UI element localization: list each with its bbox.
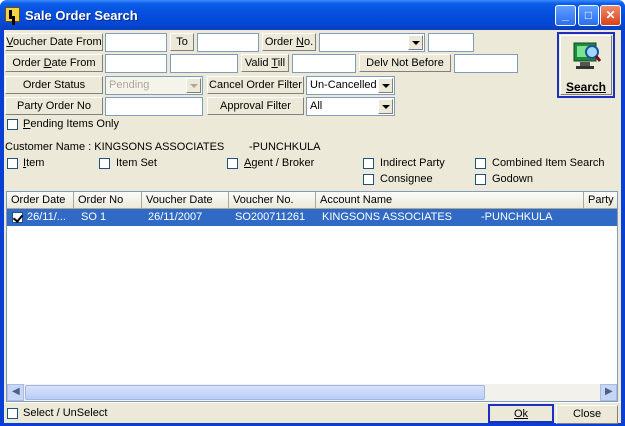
indirect-party-label: Indirect Party: [380, 157, 445, 169]
item-set-checkbox[interactable]: [99, 158, 110, 169]
order-no-extra-input[interactable]: [428, 33, 474, 52]
horizontal-scrollbar[interactable]: ◀ ▶: [7, 384, 617, 401]
cancel-order-filter-combo[interactable]: Un-Cancelled: [306, 76, 395, 95]
combined-item-search-label: Combined Item Search: [492, 157, 605, 169]
order-status-label: Order Status: [5, 76, 103, 94]
chevron-right-icon: ▶: [605, 386, 613, 397]
consignee-label: Consignee: [380, 173, 433, 185]
godown-checkbox[interactable]: [475, 174, 486, 185]
select-unselect-label: Select / UnSelect: [23, 407, 108, 419]
app-icon: [5, 7, 20, 22]
cell-order-date: 26/11/...: [27, 211, 66, 223]
order-date-from-label: Order Date From: [5, 54, 103, 72]
voucher-date-from-input[interactable]: [105, 33, 167, 52]
approval-filter-label: Approval Filter: [207, 97, 304, 115]
chevron-down-icon[interactable]: [378, 78, 393, 93]
party-order-no-label: Party Order No: [5, 97, 103, 115]
minimize-button[interactable]: _: [555, 5, 576, 26]
cell-account-name: KINGSONS ASSOCIATES: [322, 211, 452, 223]
column-header-voucher-no[interactable]: Voucher No.: [229, 192, 316, 209]
sale-order-search-window: Sale Order Search _ □ ✕ Voucher Date Fro…: [0, 0, 625, 426]
to-label: To: [170, 33, 194, 51]
order-status-combo: Pending: [105, 76, 203, 95]
customer-name-label: Customer Name : KINGSONS ASSOCIATES: [5, 141, 225, 153]
customer-city: -PUNCHKULA: [249, 141, 321, 153]
item-checkbox[interactable]: [7, 158, 18, 169]
godown-label: Godown: [492, 173, 533, 185]
item-set-label: Item Set: [116, 157, 157, 169]
voucher-date-to-input[interactable]: [197, 33, 259, 52]
cell-voucher-no: SO200711261: [235, 211, 306, 223]
order-date-to-input[interactable]: [170, 54, 238, 73]
scroll-right-button[interactable]: ▶: [600, 384, 617, 401]
chevron-left-icon: ◀: [12, 386, 20, 397]
maximize-button[interactable]: □: [578, 5, 599, 26]
table-row[interactable]: 26/11/... SO 1 26/11/2007 SO200711261 KI…: [7, 209, 617, 226]
party-order-no-input[interactable]: [105, 97, 203, 116]
pending-items-only-checkbox[interactable]: [7, 119, 18, 130]
valid-till-input[interactable]: [292, 54, 356, 73]
ok-button[interactable]: Ok: [488, 404, 554, 423]
pending-items-only-label: Pending Items Only: [23, 118, 119, 130]
cell-order-no: SO 1: [81, 211, 107, 223]
combined-item-search-checkbox[interactable]: [475, 158, 486, 169]
agent-broker-label: Agent / Broker: [244, 157, 315, 169]
item-option-label: Item: [23, 157, 45, 169]
consignee-checkbox[interactable]: [363, 174, 374, 185]
column-header-account-name[interactable]: Account Name: [316, 192, 584, 209]
cell-account-city: -PUNCHKULA: [481, 211, 553, 223]
maximize-icon: □: [584, 8, 593, 22]
ok-button-label: Ok: [513, 408, 529, 420]
search-icon: [573, 42, 601, 69]
search-button-text: Search: [565, 80, 607, 94]
column-header-order-no[interactable]: Order No: [74, 192, 142, 209]
grid-header: Order Date Order No Voucher Date Voucher…: [7, 192, 617, 209]
indirect-party-checkbox[interactable]: [363, 158, 374, 169]
results-grid[interactable]: Order Date Order No Voucher Date Voucher…: [6, 191, 618, 402]
cancel-order-filter-label: Cancel Order Filter: [207, 76, 304, 94]
close-button[interactable]: Close: [556, 405, 618, 424]
valid-till-label: Valid Till: [241, 54, 289, 72]
column-header-order-date[interactable]: Order Date: [7, 192, 74, 209]
scroll-left-button[interactable]: ◀: [7, 384, 24, 401]
close-button-label: Close: [572, 408, 602, 420]
search-button-label: Search: [559, 80, 613, 94]
scrollbar-thumb[interactable]: [25, 385, 485, 400]
chevron-down-icon: [186, 78, 201, 93]
approval-filter-combo[interactable]: All: [306, 97, 395, 116]
delv-not-before-input[interactable]: [454, 54, 518, 73]
cell-voucher-date: 26/11/2007: [148, 211, 203, 223]
close-icon: ✕: [605, 8, 616, 22]
column-header-voucher-date[interactable]: Voucher Date: [142, 192, 229, 209]
approval-filter-value: All: [310, 100, 323, 112]
dialog-body: Voucher Date From To Order No. Order Dat…: [4, 30, 621, 424]
window-title: Sale Order Search: [25, 8, 138, 23]
order-status-value: Pending: [109, 79, 150, 91]
minimize-icon: _: [562, 8, 569, 22]
chevron-down-icon[interactable]: [378, 99, 393, 114]
close-window-button[interactable]: ✕: [600, 5, 621, 26]
title-bar[interactable]: Sale Order Search _ □ ✕: [0, 0, 625, 30]
order-no-label: Order No.: [262, 33, 316, 51]
chevron-down-icon[interactable]: [408, 35, 423, 50]
agent-broker-checkbox[interactable]: [227, 158, 238, 169]
cancel-order-filter-value: Un-Cancelled: [310, 79, 377, 91]
select-unselect-checkbox[interactable]: [7, 408, 18, 419]
order-date-from-input[interactable]: [105, 54, 167, 73]
delv-not-before-label: Delv Not Before: [359, 54, 451, 72]
search-button[interactable]: Search: [557, 32, 615, 98]
footer-bar: Select / UnSelect Ok Close: [4, 402, 621, 424]
row-select-checkbox[interactable]: [12, 212, 23, 223]
voucher-date-from-label: Voucher Date From: [5, 33, 103, 51]
column-header-party-order[interactable]: Party O: [584, 192, 617, 209]
order-no-combo[interactable]: [319, 33, 425, 52]
